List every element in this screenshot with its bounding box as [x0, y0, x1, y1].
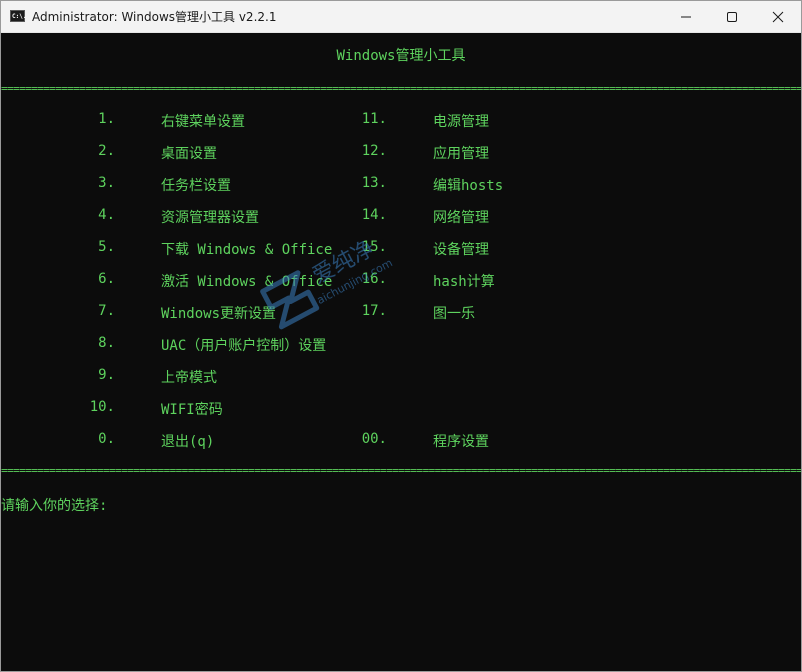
close-icon [772, 11, 784, 23]
separator-line-bottom: ========================================… [1, 465, 801, 477]
console-window: C:\. Administrator: Windows管理小工具 v2.2.1 … [0, 0, 802, 672]
maximize-button[interactable] [709, 1, 755, 32]
maximize-icon [727, 12, 737, 22]
watermark-logo: 爱纯净 aichunjing.com [249, 212, 419, 353]
title-bar[interactable]: C:\. Administrator: Windows管理小工具 v2.2.1 [1, 1, 801, 33]
minimize-icon [681, 16, 691, 18]
console-header: Windows管理小工具 [336, 48, 466, 64]
minimize-button[interactable] [663, 1, 709, 32]
window-title: Administrator: Windows管理小工具 v2.2.1 [32, 10, 277, 24]
separator-line-top: ========================================… [1, 83, 801, 95]
console-output[interactable]: Windows管理小工具 ===========================… [1, 33, 801, 671]
close-button[interactable] [755, 1, 801, 32]
input-prompt[interactable]: 请输入你的选择: [1, 495, 107, 515]
console-app-icon: C:\. [10, 10, 26, 22]
